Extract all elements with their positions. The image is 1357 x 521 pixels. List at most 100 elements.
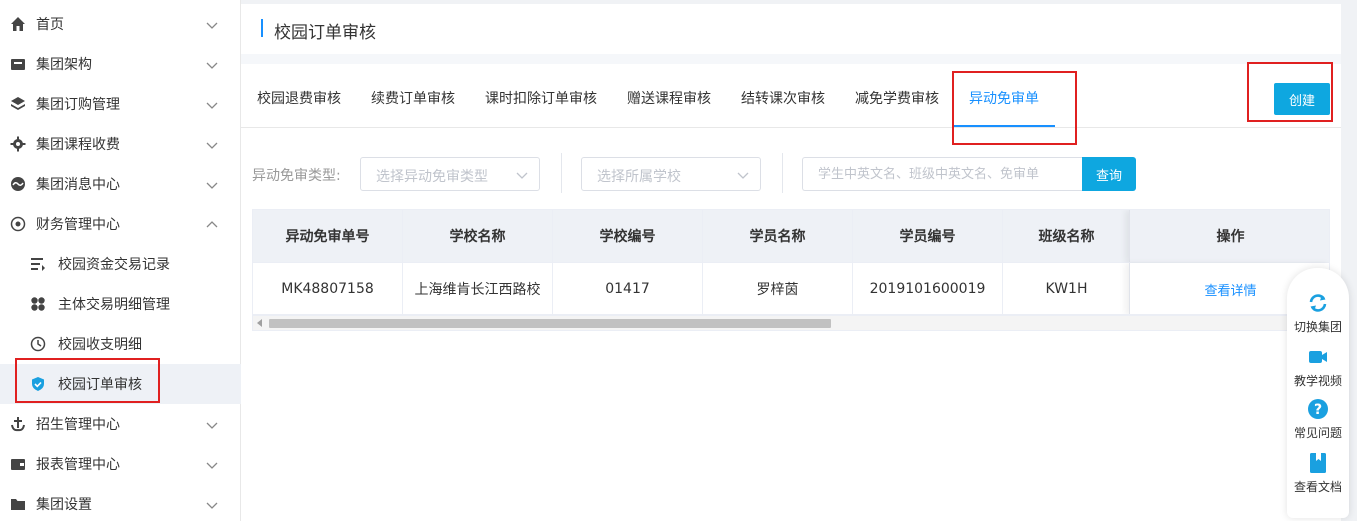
sidebar-item-course-fee[interactable]: 集团课程收费 [0,124,241,164]
tab-exception-exempt[interactable]: 异动免审单 [969,88,1039,108]
table-header: 异动免审单号 学校名称 学校编号 学员名称 学员编号 班级名称 操作 [253,210,1329,262]
scrollbar-thumb[interactable] [269,319,831,328]
sidebar-item-group-order[interactable]: 集团订购管理 [0,84,241,124]
switch-icon [1307,292,1329,314]
title-accent-bar [261,19,263,37]
sidebar-item-label: 校园资金交易记录 [58,257,170,273]
float-item-label: 教学视频 [1293,374,1342,388]
sidebar-item-label: 集团消息中心 [36,177,120,193]
column-header: 操作 [1129,210,1329,262]
column-header: 班级名称 [1003,210,1131,262]
sidebar-item-income-expense[interactable]: 校园收支明细 [0,324,241,364]
filter-divider [561,153,562,193]
tab-campus-refund[interactable]: 校园退费审核 [257,88,341,108]
sidebar-item-report-center[interactable]: 报表管理中心 [0,444,241,484]
sidebar-item-label: 集团课程收费 [36,137,120,153]
chevron-down-icon [206,142,218,149]
sidebar-item-finance-center[interactable]: 财务管理中心 [0,204,241,244]
sidebar-item-label: 校园收支明细 [58,337,142,353]
view-docs-button[interactable]: 查看文档 [1287,452,1349,508]
tab-tuition-waiver[interactable]: 减免学费审核 [855,88,939,108]
select-placeholder: 选择所属学校 [597,169,681,185]
active-tab-indicator [953,125,1055,127]
shield-check-icon [30,376,46,392]
wallet-icon [10,456,26,472]
cell-school-code: 01417 [553,263,703,314]
sidebar-item-label: 校园订单审核 [58,377,142,393]
header-gap [241,54,1341,64]
home-icon [10,16,26,32]
sidebar-item-group-settings[interactable]: 集团设置 [0,484,241,521]
video-icon [1307,346,1329,368]
floating-help-panel: 切换集团 教学视频 ? 常见问题 查看文档 [1287,268,1349,518]
cell-student-no: 2019101600019 [853,263,1003,314]
list-icon [30,256,46,272]
sidebar-item-order-review[interactable]: 校园订单审核 [0,364,241,404]
search-input[interactable] [802,157,1082,191]
page-title: 校园订单审核 [274,23,376,43]
layers-icon [10,96,26,112]
chevron-down-icon [206,102,218,109]
tab-lesson-deduction[interactable]: 课时扣除订单审核 [485,88,597,108]
sidebar-item-label: 报表管理中心 [36,457,120,473]
teaching-video-button[interactable]: 教学视频 [1287,346,1349,402]
question-icon: ? [1307,398,1329,420]
sidebar-item-group-structure[interactable]: 集团架构 [0,44,241,84]
finance-icon [10,216,26,232]
float-item-label: 常见问题 [1293,426,1342,440]
sidebar-item-entity-transactions[interactable]: 主体交易明细管理 [0,284,241,324]
query-button[interactable]: 查询 [1082,157,1136,191]
table-row: MK48807158 上海维肯长江西路校 01417 罗梓茵 201910160… [253,262,1329,314]
chevron-down-icon [737,172,749,179]
horizontal-scrollbar[interactable] [252,315,1330,331]
chevron-down-icon [206,422,218,429]
sidebar-item-fund-transactions[interactable]: 校园资金交易记录 [0,244,241,284]
tab-renewal-order[interactable]: 续费订单审核 [371,88,455,108]
sidebar-item-label: 主体交易明细管理 [58,297,170,313]
sidebar: 首页 集团架构 集团订购管理 集团课程收费 集团消息中心 财务管理中心 校园资金… [0,0,241,521]
chevron-down-icon [206,62,218,69]
sidebar-item-label: 集团订购管理 [36,97,120,113]
scroll-left-arrow-icon[interactable] [257,319,262,327]
column-header: 学员编号 [853,210,1003,262]
exempt-type-select[interactable]: 选择异动免审类型 [360,157,540,191]
faq-button[interactable]: ? 常见问题 [1287,398,1349,454]
document-icon [1307,452,1329,474]
tab-carryover[interactable]: 结转课次审核 [741,88,825,108]
column-header: 异动免审单号 [253,210,403,262]
view-detail-link[interactable]: 查看详情 [1204,280,1256,299]
sidebar-item-home[interactable]: 首页 [0,4,241,44]
page-header: 校园订单审核 [241,4,1341,54]
anchor-icon [10,416,26,432]
cell-order-no: MK48807158 [253,263,403,314]
sidebar-item-message-center[interactable]: 集团消息中心 [0,164,241,204]
float-item-label: 查看文档 [1293,480,1342,494]
switch-group-button[interactable]: 切换集团 [1287,292,1349,348]
sidebar-item-label: 财务管理中心 [36,217,120,233]
folder-icon [10,496,26,512]
school-select[interactable]: 选择所属学校 [581,157,761,191]
gear-icon [10,136,26,152]
chevron-down-icon [516,172,528,179]
sidebar-item-label: 首页 [36,17,64,33]
grid-icon [30,296,46,312]
sidebar-item-label: 集团架构 [36,57,92,73]
column-header: 学校编号 [553,210,703,262]
clock-icon [30,336,46,352]
sidebar-item-enrollment-center[interactable]: 招生管理中心 [0,404,241,444]
briefcase-icon [10,56,26,72]
create-button[interactable]: 创建 [1274,83,1330,115]
tab-gift-course[interactable]: 赠送课程审核 [627,88,711,108]
filter-divider [782,153,783,193]
chevron-down-icon [206,502,218,509]
filter-type-label: 异动免审类型: [252,168,341,184]
chevron-down-icon [206,462,218,469]
svg-text:?: ? [1314,402,1322,418]
float-item-label: 切换集团 [1293,320,1342,334]
chevron-up-icon [206,221,218,228]
exempt-order-table: 异动免审单号 学校名称 学校编号 学员名称 学员编号 班级名称 操作 MK488… [252,209,1330,315]
column-header: 学校名称 [403,210,553,262]
chevron-down-icon [206,182,218,189]
cell-school-name: 上海维肯长江西路校 [403,263,553,314]
cell-student-name: 罗梓茵 [703,263,853,314]
